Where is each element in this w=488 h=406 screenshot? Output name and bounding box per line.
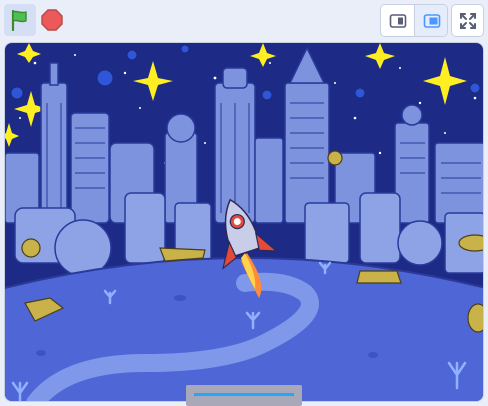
green-flag-button[interactable] <box>4 4 36 36</box>
space-city-scene <box>5 43 483 401</box>
slider-track[interactable] <box>194 393 294 396</box>
fullscreen-icon <box>459 12 476 29</box>
green-flag-icon <box>11 9 27 31</box>
normal-stage-button[interactable] <box>414 5 447 36</box>
stop-sign-icon <box>41 9 63 31</box>
stage-size-toggle <box>380 4 448 37</box>
stage-canvas[interactable] <box>4 42 484 402</box>
fullscreen-button[interactable] <box>451 4 484 37</box>
variable-slider-monitor[interactable] <box>186 385 302 406</box>
small-stage-icon <box>389 13 406 28</box>
slider-fill <box>194 393 294 396</box>
stop-button[interactable] <box>38 4 66 36</box>
stage-header <box>0 0 488 42</box>
normal-stage-icon <box>423 13 440 28</box>
small-stage-button[interactable] <box>381 5 414 36</box>
